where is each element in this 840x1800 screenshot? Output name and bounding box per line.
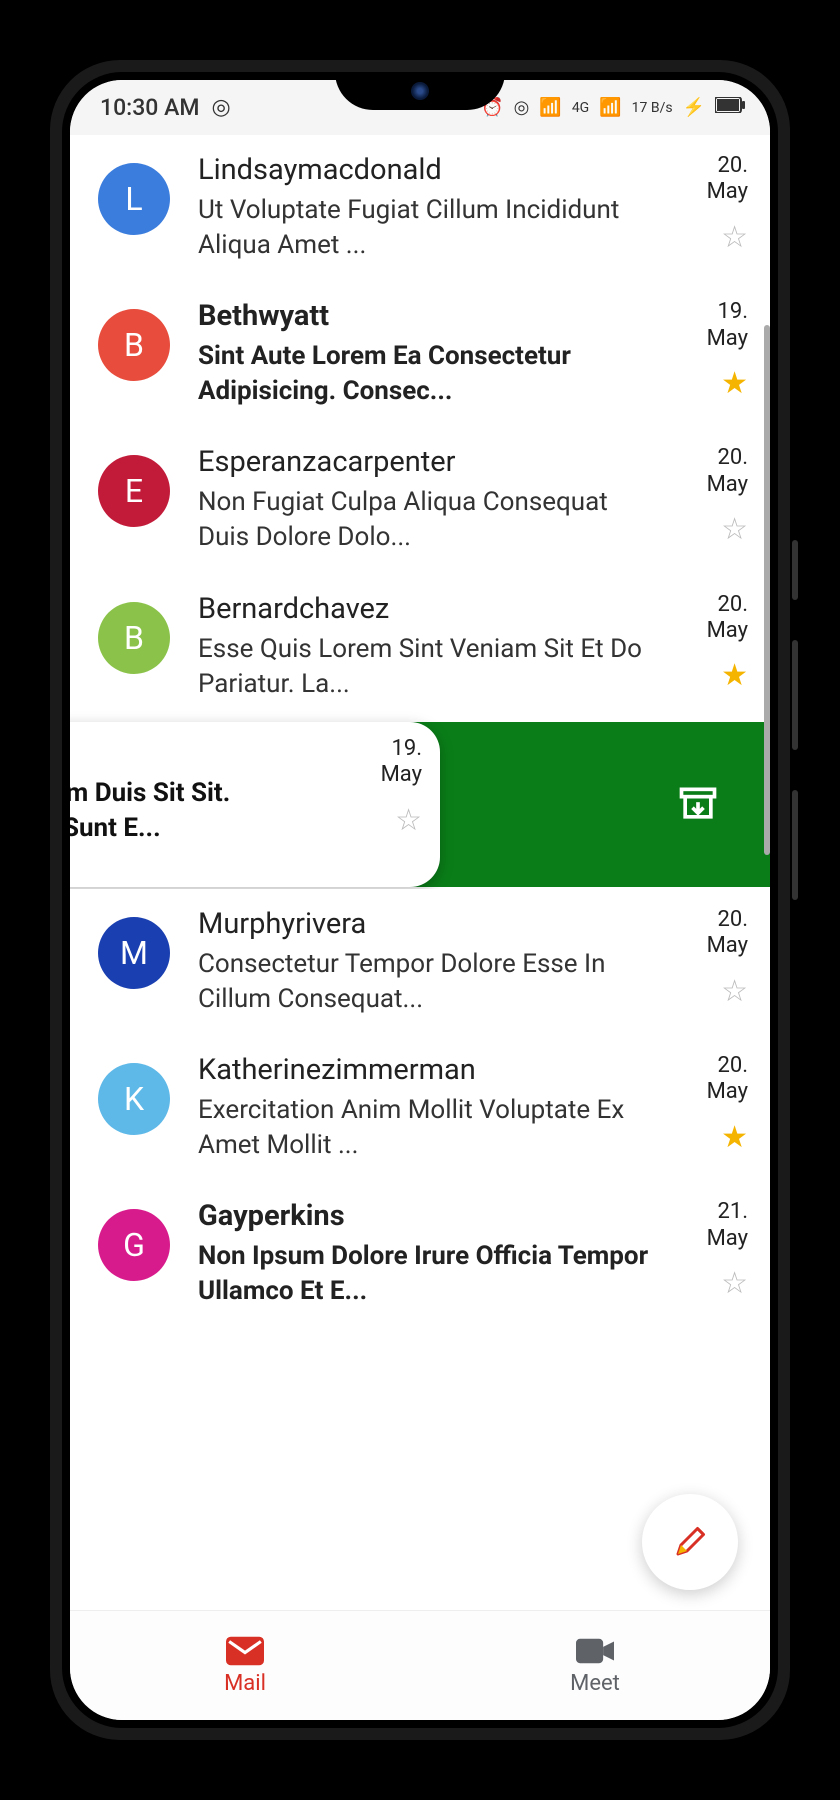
email-row[interactable]: M Murphyrivera Consectetur Tempor Dolore… xyxy=(70,889,770,1035)
battery-icon xyxy=(715,97,745,118)
star-toggle[interactable]: ★ xyxy=(721,658,748,693)
phone-frame: 10:30 AM ◎ ⏰ ◎ 📶 4G 📶 17 B/s ⚡ xyxy=(50,60,790,1740)
scroll-indicator[interactable] xyxy=(764,325,770,855)
email-date: 20.May xyxy=(707,1053,748,1106)
snippet: Non Ipsum Dolore Irure Officia Tempor Ul… xyxy=(198,1239,658,1309)
avatar[interactable]: L xyxy=(98,163,170,235)
nav-mail[interactable]: Mail xyxy=(70,1611,420,1720)
email-date: 21.May xyxy=(707,1199,748,1252)
snippet: Ut Voluptate Fugiat Cillum Incididunt Al… xyxy=(198,193,658,263)
snippet: Esse Quis Lorem Sint Veniam Sit Et Do Pa… xyxy=(198,632,658,702)
signal-icon: 📶 xyxy=(539,97,561,118)
sender: Bernardchavez xyxy=(198,592,658,626)
pencil-icon xyxy=(672,1524,708,1560)
compose-button[interactable] xyxy=(642,1494,738,1590)
avatar[interactable]: M xyxy=(98,917,170,989)
swiped-email-row[interactable]: iciamoody niam Laborum Duis Sit Sit. bid… xyxy=(70,722,770,887)
bottom-nav: Mail Meet xyxy=(70,1610,770,1720)
email-row[interactable]: E Esperanzacarpenter Non Fugiat Culpa Al… xyxy=(70,427,770,573)
avatar[interactable]: E xyxy=(98,455,170,527)
star-toggle[interactable]: ☆ xyxy=(721,512,748,547)
avatar[interactable]: K xyxy=(98,1063,170,1135)
hotspot-icon: ◎ xyxy=(211,95,230,120)
email-row[interactable]: L Lindsaymacdonald Ut Voluptate Fugiat C… xyxy=(70,135,770,281)
sender: Lindsaymacdonald xyxy=(198,153,658,187)
swiped-email-card[interactable]: iciamoody niam Laborum Duis Sit Sit. bid… xyxy=(70,722,440,887)
mail-list[interactable]: L Lindsaymacdonald Ut Voluptate Fugiat C… xyxy=(70,135,770,1610)
avatar[interactable]: G xyxy=(98,1209,170,1281)
email-date: 19. May xyxy=(381,736,422,789)
video-icon xyxy=(576,1635,614,1667)
email-row[interactable]: B Bernardchavez Esse Quis Lorem Sint Ven… xyxy=(70,574,770,720)
email-date: 20.May xyxy=(707,592,748,645)
sender: Katherinezimmerman xyxy=(198,1053,658,1087)
star-toggle[interactable]: ☆ xyxy=(721,1266,748,1301)
snippet: Sint Aute Lorem Ea Consectetur Adipisici… xyxy=(198,339,658,409)
avatar[interactable]: B xyxy=(98,602,170,674)
sender: Esperanzacarpenter xyxy=(198,445,658,479)
nav-mail-label: Mail xyxy=(224,1671,266,1696)
star-toggle[interactable]: ★ xyxy=(721,1120,748,1155)
star-toggle[interactable]: ☆ xyxy=(395,803,422,838)
star-toggle[interactable]: ★ xyxy=(721,366,748,401)
snippet-line2: bident Ex In Sunt E... xyxy=(70,811,342,846)
avatar[interactable]: B xyxy=(98,309,170,381)
email-row[interactable]: G Gayperkins Non Ipsum Dolore Irure Offi… xyxy=(70,1181,770,1327)
data-rate: 17 B/s xyxy=(632,101,673,115)
screen: 10:30 AM ◎ ⏰ ◎ 📶 4G 📶 17 B/s ⚡ xyxy=(70,80,770,1720)
nav-meet[interactable]: Meet xyxy=(420,1611,770,1720)
sender: Murphyrivera xyxy=(198,907,658,941)
star-toggle[interactable]: ☆ xyxy=(721,974,748,1009)
hotspot-icon-2: ◎ xyxy=(514,97,530,118)
phone-camera xyxy=(411,82,429,100)
email-row[interactable]: B Bethwyatt Sint Aute Lorem Ea Consectet… xyxy=(70,281,770,427)
email-date: 20.May xyxy=(707,153,748,206)
email-row[interactable]: K Katherinezimmerman Exercitation Anim M… xyxy=(70,1035,770,1181)
snippet: Non Fugiat Culpa Aliqua Consequat Duis D… xyxy=(198,485,658,555)
status-time: 10:30 AM xyxy=(100,94,199,121)
signal-icon-2: 📶 xyxy=(599,97,621,118)
nav-meet-label: Meet xyxy=(570,1671,620,1696)
side-buttons xyxy=(792,540,798,940)
snippet-line1: niam Laborum Duis Sit Sit. xyxy=(70,776,342,811)
email-date: 20.May xyxy=(707,907,748,960)
email-date: 20.May xyxy=(707,445,748,498)
charging-icon: ⚡ xyxy=(683,97,705,118)
snippet: Consectetur Tempor Dolore Esse In Cillum… xyxy=(198,947,658,1017)
sender: Bethwyatt xyxy=(198,299,658,333)
archive-icon xyxy=(676,782,720,826)
star-toggle[interactable]: ☆ xyxy=(721,220,748,255)
sender: iciamoody xyxy=(70,736,342,770)
mail-icon xyxy=(226,1635,264,1667)
email-date: 19.May xyxy=(707,299,748,352)
signal-type: 4G xyxy=(572,100,589,116)
snippet: Exercitation Anim Mollit Voluptate Ex Am… xyxy=(198,1093,658,1163)
sender: Gayperkins xyxy=(198,1199,658,1233)
